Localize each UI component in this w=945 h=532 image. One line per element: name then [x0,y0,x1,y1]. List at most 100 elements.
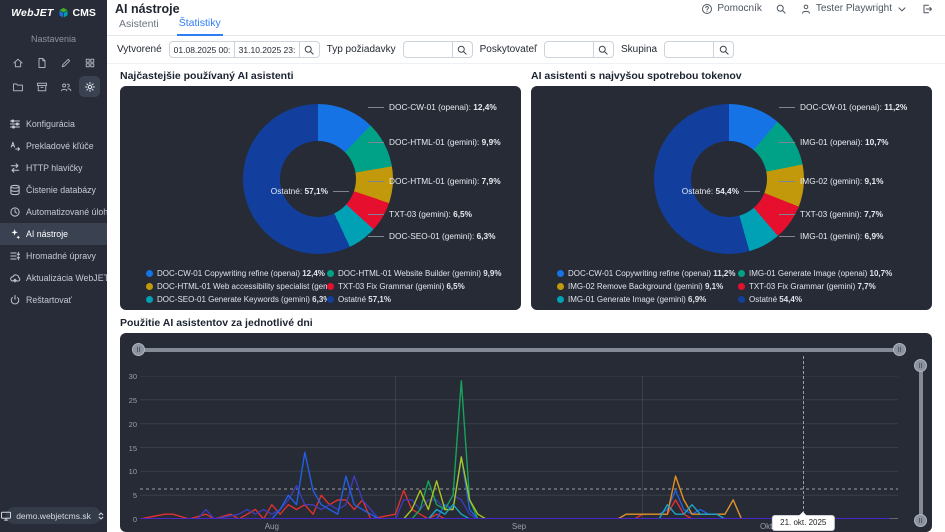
user-menu[interactable]: Tester Playwright [800,3,908,15]
translate-icon [9,140,21,152]
gear-icon[interactable] [79,76,100,97]
line-chart-card: 051015202530 21. okt. 2025 AugSepOkt [120,333,932,532]
tab-asistenti[interactable]: Asistenti [117,18,161,35]
legend-dot [146,283,153,290]
scrollbar-handle-right[interactable] [893,343,906,356]
legend-item[interactable]: IMG-01 Generate Image (gemini) 6,9% [557,295,738,304]
line-chart-svg [140,376,898,519]
provider-input[interactable] [544,41,594,58]
created-date-group [169,41,320,58]
donut-chart-token-usage: DOC-CW-01 Copywriting refine (openai) 11… [531,86,932,310]
provider-group [544,41,614,58]
sidebar-item-re-tartova-[interactable]: Reštartovať [0,289,107,311]
x-month-label: Sep [512,522,526,531]
slice-callout: DOC-CW-01 (openai): 11,2% [779,102,907,112]
date-from-input[interactable] [169,41,235,58]
page: WebJET CMS Nastavenia KonfiguráciaPrekla… [0,0,945,532]
monitor-icon [0,510,12,522]
legend-label: Ostatné 57,1% [338,295,391,304]
app-logo[interactable]: WebJET CMS [0,0,107,26]
slice-callout: DOC-CW-01 (openai): 12,4% [368,102,497,112]
x-month-label: Aug [265,522,279,531]
sidebar-item-label: HTTP hlavičky [26,163,83,173]
sidebar-item-automatizovan-lohy[interactable]: Automatizované úlohy [0,201,107,223]
file-icon[interactable] [31,52,52,73]
tab-statistiky[interactable]: Štatistiky [177,17,223,36]
legend-item[interactable]: DOC-SEO-01 Generate Keywords (gemini) 6,… [146,295,327,304]
legend-item[interactable]: DOC-CW-01 Copywriting refine (openai) 11… [557,269,738,278]
legend-item[interactable]: Ostatné 57,1% [327,295,513,304]
donut-legend: DOC-CW-01 Copywriting refine (openai) 11… [557,269,924,304]
power-icon [9,294,21,306]
sidebar-item-label: Reštartovať [26,295,72,305]
provider-search-button[interactable] [593,41,614,58]
pencil-icon[interactable] [55,52,76,73]
y-axis-labels: 051015202530 [122,376,137,519]
search-button[interactable] [775,3,787,15]
site-selector[interactable]: demo.webjetcms.sk [6,507,101,524]
folder-icon[interactable] [7,76,28,97]
line-chart-plot[interactable]: 21. okt. 2025 [140,376,898,519]
user-name: Tester Playwright [816,3,892,14]
legend-item[interactable]: TXT-03 Fix Grammar (gemini) 6,5% [327,282,513,291]
grid-icon[interactable] [79,52,100,73]
main-content: AI nástroje Pomocník Tester Playwright [107,0,945,532]
legend-item[interactable]: Ostatné 54,4% [738,295,924,304]
sidebar-item-konfigur-cia[interactable]: Konfigurácia [0,113,107,135]
slice-callout: IMG-02 (gemini): 9,1% [779,176,883,186]
users-icon[interactable] [55,76,76,97]
group-search-button[interactable] [713,41,734,58]
y-tick-label: 30 [129,372,137,381]
help-button[interactable]: Pomocník [701,3,761,15]
date-search-button[interactable] [299,41,320,58]
slice-callout: Ostatné: 54,4% [682,186,760,196]
sidebar-item-hromadn-pravy[interactable]: Hromadné úpravy [0,245,107,267]
logout-button[interactable] [921,3,933,15]
clock-icon [9,206,21,218]
request-type-group [403,41,473,58]
legend-label: DOC-SEO-01 Generate Keywords (gemini) 6,… [157,295,327,304]
legend-item[interactable]: IMG-02 Remove Background (gemini) 9,1% [557,282,738,291]
site-selector-label: demo.webjetcms.sk [16,511,91,521]
date-to-input[interactable] [234,41,300,58]
chart-title: Najčastejšie používaný AI asistenti [120,70,521,82]
horizontal-range-scrollbar[interactable] [136,348,902,352]
slice-callout: IMG-01 (openai): 10,7% [779,137,889,147]
slice-callout: DOC-HTML-01 (gemini): 9,9% [368,137,501,147]
sidebar-item--istenie-datab-zy[interactable]: Čistenie databázy [0,179,107,201]
slice-callout: IMG-01 (gemini): 6,9% [779,231,883,241]
archive-icon[interactable] [31,76,52,97]
legend-dot [557,283,564,290]
chart-block-most-used: Najčastejšie používaný AI asistenti DOC-… [120,68,521,310]
legend-dot [557,270,564,277]
sliders-icon [9,118,21,130]
sidebar-item-label: Čistenie databázy [26,185,96,195]
line-chart-block: Použitie AI asistentov za jednotlivé dni… [107,310,945,532]
home-icon[interactable] [7,52,28,73]
legend-item[interactable]: DOC-HTML-01 Web accessibility specialist… [146,282,327,291]
caret-updown-icon [95,510,107,522]
sidebar-section-label: Nastavenia [0,26,107,50]
slice-callout: TXT-03 (gemini): 6,5% [368,209,472,219]
legend-item[interactable]: DOC-HTML-01 Website Builder (gemini) 9,9… [327,269,513,278]
scrollbar-handle-left[interactable] [132,343,145,356]
request-type-input[interactable] [403,41,453,58]
request-type-search-button[interactable] [452,41,473,58]
legend-item[interactable]: DOC-CW-01 Copywriting refine (openai) 12… [146,269,327,278]
legend-item[interactable]: TXT-03 Fix Grammar (gemini) 7,7% [738,282,924,291]
legend-label: IMG-02 Remove Background (gemini) 9,1% [568,282,723,291]
search-icon [775,3,787,15]
group-input[interactable] [664,41,714,58]
sidebar-item-ai-n-stroje[interactable]: AI nástroje [0,223,107,245]
y-tick-label: 5 [133,491,137,500]
legend-item[interactable]: IMG-01 Generate Image (openai) 10,7% [738,269,924,278]
vertical-range-scrollbar[interactable] [919,363,923,523]
sidebar-item-aktualiz-cia-webjetu[interactable]: Aktualizácia WebJETu [0,267,107,289]
scrollbar-handle-top[interactable] [914,359,927,372]
scrollbar-handle-bottom[interactable] [914,514,927,527]
legend-dot [146,296,153,303]
chart-title: Použitie AI asistentov za jednotlivé dni [120,317,932,329]
sidebar-item-label: Hromadné úpravy [26,251,96,261]
sidebar-item-http-hlavi-ky[interactable]: HTTP hlavičky [0,157,107,179]
sidebar-item-prekladov-k-e[interactable]: Prekladové kľúče [0,135,107,157]
